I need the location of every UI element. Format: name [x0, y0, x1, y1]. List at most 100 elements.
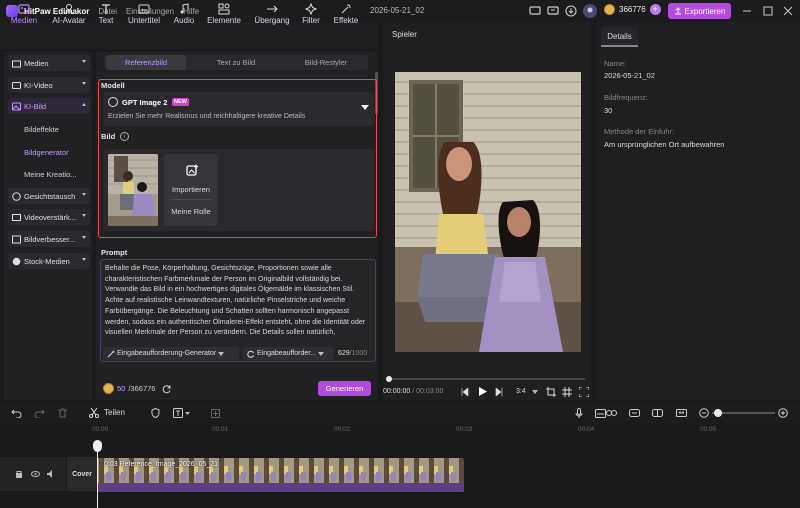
grid-icon[interactable] — [561, 386, 572, 397]
delete-icon[interactable] — [56, 407, 68, 419]
chevron-down-icon — [218, 351, 225, 356]
redo-icon[interactable] — [33, 407, 45, 419]
close-icon[interactable] — [781, 4, 795, 18]
link-icon[interactable] — [605, 407, 617, 419]
tool-ai-avatar[interactable]: AI-Avatar — [48, 0, 90, 27]
sidebar-item-video-enhancer[interactable]: Videoverstärk... — [8, 209, 90, 225]
tool-elements[interactable]: Elemente — [204, 0, 244, 27]
stock-icon — [12, 257, 21, 265]
track-audio-icon[interactable] — [46, 469, 56, 479]
tool-media[interactable]: Medien — [6, 0, 42, 27]
tab-image-restyler[interactable]: Bild-Restyler — [286, 55, 366, 70]
feedback-icon[interactable] — [546, 4, 560, 18]
avatar[interactable] — [583, 4, 597, 18]
model-description: Erzielen Sie mehr Realismus und reichhal… — [108, 113, 306, 120]
zoom-slider-handle[interactable] — [714, 409, 722, 417]
reference-thumbnail[interactable] — [108, 154, 158, 226]
playback-progress[interactable] — [388, 378, 585, 380]
sidebar-item-ai-video[interactable]: KI-Video — [8, 77, 90, 93]
microphone-icon[interactable] — [573, 407, 585, 419]
zoom-out-icon[interactable] — [698, 407, 710, 419]
ruler-tick-2: 00:02 — [334, 426, 351, 433]
undo-icon[interactable] — [10, 407, 22, 419]
avatar-icon — [63, 3, 75, 15]
step-back-icon[interactable] — [459, 386, 470, 397]
player-title: Spieler — [392, 30, 417, 39]
framerate-value: 30 — [604, 106, 613, 115]
image-icon — [12, 102, 21, 110]
progress-handle[interactable] — [386, 376, 392, 382]
shield-icon[interactable] — [149, 407, 161, 419]
coin-icon — [604, 4, 615, 15]
credits-display: 366776 + — [604, 4, 661, 15]
ruler-tick-0: 00:00 — [92, 426, 109, 433]
sidebar-item-stock-media[interactable]: Stock-Medien — [8, 253, 90, 269]
video-icon — [12, 81, 21, 89]
media-icon — [18, 3, 30, 15]
add-credits-button[interactable]: + — [649, 4, 661, 15]
tool-filter[interactable]: Filter — [298, 0, 324, 27]
generate-button[interactable]: Generieren — [318, 381, 371, 396]
refresh-icon — [247, 350, 254, 358]
tool-effects[interactable]: Effekte — [330, 0, 362, 27]
chevron-down-icon[interactable] — [529, 386, 540, 397]
scissors-icon[interactable] — [88, 407, 100, 419]
ruler-tick-5: 00:05 — [700, 426, 717, 433]
project-name: 2026-05-21_02 — [370, 6, 425, 15]
export-button[interactable]: Exportieren — [668, 3, 731, 19]
framerate-label: Bildfrequenz: — [604, 93, 648, 102]
sidebar-sub-image-effects[interactable]: Bildeffekte — [24, 125, 59, 134]
ruler-tick-4: 00:04 — [578, 426, 595, 433]
zoom-in-icon[interactable] — [777, 407, 789, 419]
sidebar-item-face-swap[interactable]: Gesichtstausch — [8, 188, 90, 204]
prompt-optimizer-dropdown[interactable]: Eingabeaufforder... — [243, 347, 334, 360]
track-visibility-icon[interactable] — [30, 469, 40, 479]
magic-icon — [107, 350, 115, 357]
fit-icon[interactable] — [675, 407, 687, 419]
tool-text[interactable]: Text — [94, 0, 118, 27]
play-icon[interactable] — [477, 386, 488, 397]
minimize-icon[interactable] — [740, 4, 754, 18]
download-icon[interactable] — [564, 4, 578, 18]
tab-text-to-image[interactable]: Text zu Bild — [196, 55, 276, 70]
screen-icon[interactable] — [528, 4, 542, 18]
tool-subtitles[interactable]: Untertitel — [124, 0, 164, 27]
tab-reference-image[interactable]: Referenzbild — [106, 55, 186, 70]
add-media-icon[interactable] — [210, 407, 222, 419]
step-forward-icon[interactable] — [494, 386, 505, 397]
maximize-icon[interactable] — [761, 4, 775, 18]
split-audio-icon[interactable] — [651, 407, 663, 419]
enhance-video-icon — [12, 213, 21, 221]
text-icon — [100, 3, 112, 15]
refresh-icon[interactable] — [162, 384, 172, 394]
track-lock-icon[interactable] — [14, 469, 24, 479]
sidebar-sub-my-creations[interactable]: Meine Kreatio... — [24, 170, 77, 179]
aspect-ratio-select[interactable]: 3:4 — [516, 388, 526, 395]
crop-icon[interactable] — [545, 386, 556, 397]
tool-transition[interactable]: Übergang — [250, 0, 294, 27]
export-label: Exportieren — [684, 6, 726, 16]
sidebar-item-image-enhancer[interactable]: Bildverbesser... — [8, 231, 90, 247]
cover-button[interactable]: Cover — [67, 457, 97, 491]
time-display: 00:00:00 / 00:03:00 — [383, 388, 444, 395]
tool-audio[interactable]: Audio — [170, 0, 198, 27]
video-preview[interactable] — [395, 72, 581, 352]
split-label[interactable]: Teilen — [104, 408, 125, 417]
my-role-button[interactable]: Meine Rolle — [164, 207, 218, 216]
fullscreen-icon[interactable] — [578, 386, 589, 397]
generator-tabs: Referenzbild Text zu Bild Bild-Restyler — [104, 55, 368, 70]
transition-icon — [266, 3, 278, 15]
magnet-icon[interactable] — [628, 407, 640, 419]
prompt-generator-dropdown[interactable]: Eingabeaufforderung-Generator — [103, 347, 239, 360]
info-icon[interactable]: i — [120, 132, 129, 141]
chevron-down-icon[interactable] — [361, 105, 369, 110]
text-template-icon[interactable] — [172, 407, 192, 419]
sidebar-sub-image-generator[interactable]: Bildgenerator — [24, 148, 69, 157]
prompt-label: Prompt — [101, 248, 128, 257]
sidebar-item-media[interactable]: Medien — [8, 55, 90, 71]
playhead-handle[interactable] — [93, 440, 102, 452]
folder-icon — [12, 60, 21, 67]
tab-details[interactable]: Details — [601, 27, 638, 47]
prompt-text[interactable]: Behalte die Pose, Körperhaltung, Gesicht… — [105, 263, 370, 337]
sidebar-item-ai-image[interactable]: KI-Bild — [8, 98, 90, 114]
